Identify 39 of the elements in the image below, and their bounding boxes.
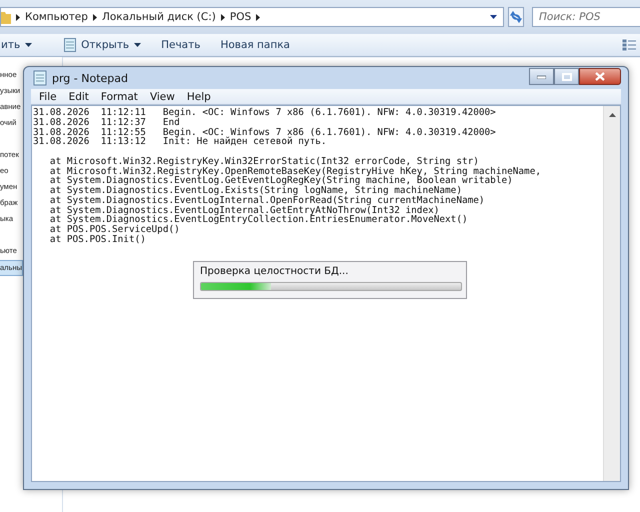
dropdown-arrow-icon xyxy=(490,15,497,19)
close-button[interactable] xyxy=(579,68,621,85)
notepad-icon xyxy=(33,70,47,86)
window-title: prg - Notepad xyxy=(52,72,128,84)
toolbar-button[interactable]: Открыть xyxy=(54,35,152,55)
refresh-icon xyxy=(509,11,523,23)
toolbar-button[interactable]: ить xyxy=(0,35,42,55)
progress-message: Проверка целостности БД... xyxy=(200,266,350,277)
minimize-icon xyxy=(537,74,546,78)
chevron-icon xyxy=(220,14,225,20)
scrollbar[interactable] xyxy=(603,106,620,481)
maximize-icon xyxy=(562,72,572,80)
menu-item[interactable]: Help xyxy=(180,90,217,102)
caret-icon xyxy=(134,43,142,47)
menu-item[interactable]: View xyxy=(144,90,181,102)
menu-item[interactable]: File xyxy=(33,90,63,102)
refresh-button[interactable] xyxy=(508,7,524,27)
chevron-icon xyxy=(16,14,20,20)
scroll-up-icon xyxy=(608,112,616,117)
search-field[interactable]: Поиск: POS xyxy=(532,7,640,27)
breadcrumb-item[interactable]: Компьютер xyxy=(25,11,88,23)
toolbar-button[interactable]: Печать xyxy=(151,35,210,55)
breadcrumb-item[interactable]: POS xyxy=(230,11,252,23)
minimize-button[interactable] xyxy=(529,68,554,85)
toolbar-button[interactable]: Новая папка xyxy=(210,35,300,55)
caret-icon xyxy=(25,43,32,47)
view-options-icon[interactable] xyxy=(622,39,636,51)
notepad-icon xyxy=(64,38,76,52)
chevron-icon xyxy=(256,14,260,20)
breadcrumb-item[interactable]: Локальный диск (C:) xyxy=(102,11,216,23)
folder-icon xyxy=(1,10,11,24)
stack-trace-text: at Microsoft.Win32.RegistryKey.Win32ErrorStatic(Int32 errorCode, String str) at Microsoft.Win32.RegistryKey.OpenRemoteBaseKey(RegistryHive hKey, String machineName, at System.Diagnostics.EventLog.GetEventLogRegKey(String machine, Boolean writable) at System.Diagnostics.EventLog.Exists(String logName, String machineName) at System.Diagnostics.EventLogInternal.OpenForRead(String currentMachineName) at System.Diagnostics.EventLogInternal.GetEntryAtNoThrow(Int32 index) at System.Diagnostics.EventLogEntryCollection.EntriesEnumerator.MoveNext() at POS.POS.ServiceUpd() at POS.POS.Init() xyxy=(48,156,541,244)
chevron-icon xyxy=(92,14,97,20)
close-icon xyxy=(595,72,605,81)
log-text: 31.08.2026 11:12:11 Begin. <OC: Winfows 7 x86 (6.1.7601). NFW: 4.0.30319.42000> 31.08.2026 11:12:37 End 31.08.2026 11:12:55 Begin. <OC: Winfows 7 x86 (6.1.7601). NFW: 4.0.30319.42000> 31.08.2026 11:13:12 Init: Не найден сетевой путь. xyxy=(33,108,496,147)
address-bar[interactable]: Компьютер Локальный диск (C:) POS xyxy=(0,7,504,27)
maximize-button[interactable] xyxy=(554,68,579,85)
menu-item[interactable]: Format xyxy=(94,90,144,102)
menu-item[interactable]: Edit xyxy=(62,90,95,102)
